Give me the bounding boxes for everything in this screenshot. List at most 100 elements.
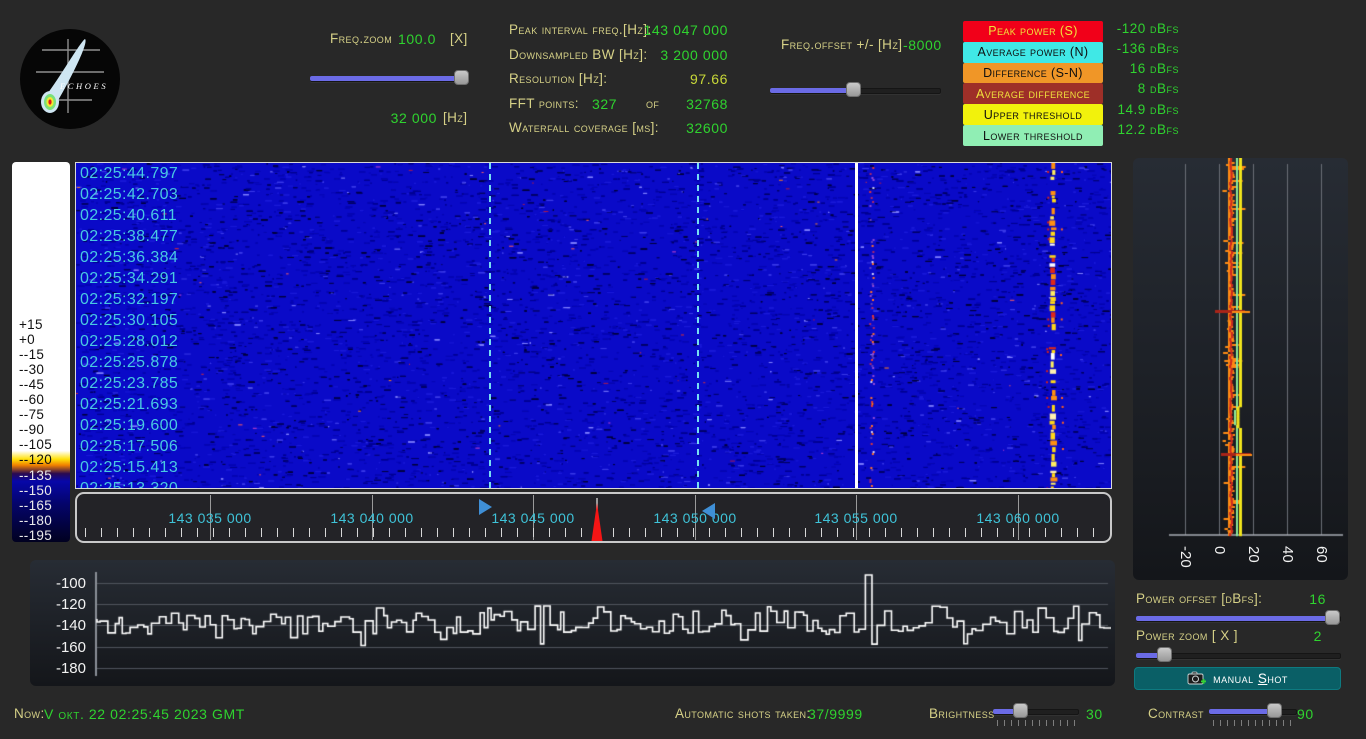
scale-label: --75 bbox=[19, 407, 44, 422]
echoes-app-window: ECHOES Freq.zoom 100.0 [X] 32 000 [Hz] P… bbox=[0, 0, 1366, 739]
waterfall-display[interactable]: 02:25:44.79702:25:42.70302:25:40.61102:2… bbox=[75, 162, 1112, 489]
info-label-resolution: Resolution [Hz]: bbox=[509, 71, 607, 86]
spectrum-y-label: -120 bbox=[30, 596, 86, 613]
power-x-label: -20 bbox=[1176, 546, 1194, 592]
freq-offset-label: Freq.offset +/- [Hz] bbox=[781, 37, 902, 52]
frequency-ruler[interactable]: 143 035 000143 040 000143 045 000143 050… bbox=[75, 492, 1112, 543]
scale-label: --90 bbox=[19, 422, 44, 437]
waterfall-timestamp: 02:25:21.693 bbox=[80, 396, 178, 414]
slider-handle[interactable] bbox=[1325, 610, 1340, 625]
scale-label: --105 bbox=[19, 437, 52, 452]
slider-handle[interactable] bbox=[846, 82, 861, 97]
brightness-ticks bbox=[997, 720, 1077, 726]
freq-zoom-slider[interactable] bbox=[310, 70, 468, 86]
info-value-fft-total: 32768 bbox=[660, 96, 728, 112]
waterfall-timestamp: 02:25:32.197 bbox=[80, 291, 178, 309]
ruler-frequency-label: 143 040 000 bbox=[330, 510, 413, 526]
slider-fill bbox=[1209, 709, 1275, 714]
freq-zoom-label: Freq.zoom bbox=[330, 31, 392, 46]
spectrum-y-label: -100 bbox=[30, 575, 86, 592]
waterfall-timestamp: 02:25:38.477 bbox=[80, 228, 178, 246]
freq-zoom-unit: [X] bbox=[450, 31, 468, 46]
power-history-canvas bbox=[1133, 158, 1348, 580]
average-difference-value: 8 dBfs bbox=[1095, 81, 1179, 96]
peak-marker-icon[interactable] bbox=[590, 496, 604, 542]
legend-button-difference[interactable]: Difference (S-N) bbox=[963, 63, 1103, 84]
waterfall-timestamp: 02:25:28.012 bbox=[80, 333, 178, 351]
info-label-fft-points: FFT points: bbox=[509, 96, 579, 111]
scale-label: --165 bbox=[19, 498, 52, 513]
power-zoom-slider[interactable] bbox=[1136, 647, 1341, 663]
ruler-frequency-label: 143 050 000 bbox=[653, 510, 736, 526]
spectrum-y-label: -160 bbox=[30, 639, 86, 656]
power-x-label: 40 bbox=[1278, 546, 1296, 592]
scale-label: --180 bbox=[19, 513, 52, 528]
power-offset-label: Power offset [dBfs]: bbox=[1136, 591, 1262, 606]
slider-fill bbox=[310, 76, 462, 81]
peak-power-value: -120 dBfs bbox=[1095, 21, 1179, 36]
spectrum-canvas bbox=[92, 564, 1111, 682]
power-x-label: 20 bbox=[1244, 546, 1262, 592]
brightness-value: 30 bbox=[1086, 706, 1103, 722]
scale-label: --135 bbox=[19, 468, 52, 483]
waterfall-canvas bbox=[76, 163, 1111, 488]
now-value: V окт. 22 02:25:45 2023 GMT bbox=[44, 706, 245, 722]
slider-fill bbox=[1136, 616, 1333, 621]
scale-label: --60 bbox=[19, 392, 44, 407]
power-x-label: 0 bbox=[1210, 546, 1228, 592]
carrier-white-line bbox=[855, 163, 858, 488]
slider-handle[interactable] bbox=[454, 70, 469, 85]
freq-span-value: 32 000 bbox=[378, 110, 437, 126]
slider-fill bbox=[770, 88, 854, 93]
brightness-label: Brightness bbox=[929, 706, 995, 721]
scan-arrow-right-icon[interactable] bbox=[479, 499, 492, 515]
freq-span-unit: [Hz] bbox=[443, 110, 467, 125]
auto-shots-label: Automatic shots taken: bbox=[675, 706, 811, 721]
spectrum-y-label: -180 bbox=[30, 660, 86, 677]
auto-shots-value: 37/9999 bbox=[808, 706, 863, 722]
contrast-slider[interactable] bbox=[1209, 703, 1297, 719]
average-power-value: -136 dBfs bbox=[1095, 41, 1179, 56]
legend-button-lower-threshold[interactable]: Lower threshold bbox=[963, 125, 1103, 146]
waterfall-timestamp: 02:25:34.291 bbox=[80, 270, 178, 288]
brightness-slider[interactable] bbox=[993, 703, 1079, 719]
info-value-fft-points: 327 bbox=[592, 96, 617, 112]
ruler-frequency-label: 143 060 000 bbox=[976, 510, 1059, 526]
interval-marker-left-line bbox=[489, 163, 491, 488]
spectrum-plot: -100-120-140-160-180 bbox=[30, 560, 1115, 686]
legend-button-average-difference[interactable]: Average difference bbox=[963, 83, 1103, 104]
manual-shot-button[interactable]: manual Shot bbox=[1134, 667, 1341, 690]
difference-value: 16 dBfs bbox=[1095, 61, 1179, 76]
legend-button-upper-threshold[interactable]: Upper threshold bbox=[963, 104, 1103, 125]
echoes-logo: ECHOES bbox=[20, 29, 120, 129]
power-offset-value: 16 bbox=[1262, 591, 1326, 607]
waterfall-timestamp: 02:25:30.105 bbox=[80, 312, 178, 330]
waterfall-timestamp: 02:25:40.611 bbox=[80, 207, 177, 225]
scale-label: --15 bbox=[19, 347, 44, 362]
legend-button-peak-power[interactable]: Peak power (S) bbox=[963, 21, 1103, 42]
ruler-frequency-label: 143 055 000 bbox=[814, 510, 897, 526]
scale-label: +0 bbox=[19, 332, 35, 347]
freq-offset-value: -8000 bbox=[903, 37, 942, 53]
lower-threshold-value: 12.2 dBfs bbox=[1095, 122, 1179, 137]
upper-threshold-value: 14.9 dBfs bbox=[1095, 102, 1179, 117]
waterfall-timestamp: 02:25:25.878 bbox=[80, 354, 178, 372]
power-zoom-label: Power zoom [ X ] bbox=[1136, 628, 1238, 643]
interval-marker-right-line bbox=[697, 163, 699, 488]
plot-legend: Peak power (S) Average power (N) Differe… bbox=[963, 21, 1103, 146]
scan-arrow-left-icon[interactable] bbox=[702, 503, 715, 519]
waterfall-timestamp: 02:25:13.320 bbox=[80, 480, 178, 489]
slider-handle[interactable] bbox=[1267, 703, 1282, 718]
manual-shot-label: manual Shot bbox=[1213, 671, 1288, 686]
power-offset-slider[interactable] bbox=[1136, 610, 1341, 626]
slider-handle[interactable] bbox=[1157, 647, 1172, 662]
scale-label: --30 bbox=[19, 362, 44, 377]
freq-offset-slider[interactable] bbox=[770, 82, 941, 98]
info-value-resolution: 97.66 bbox=[600, 71, 728, 87]
info-value-downsampled-bw: 3 200 000 bbox=[600, 47, 728, 63]
power-x-label: 60 bbox=[1312, 546, 1330, 592]
waterfall-timestamp: 02:25:23.785 bbox=[80, 375, 178, 393]
slider-handle[interactable] bbox=[1013, 703, 1028, 718]
legend-button-average-power[interactable]: Average power (N) bbox=[963, 42, 1103, 63]
waterfall-timestamp: 02:25:19.600 bbox=[80, 417, 178, 435]
